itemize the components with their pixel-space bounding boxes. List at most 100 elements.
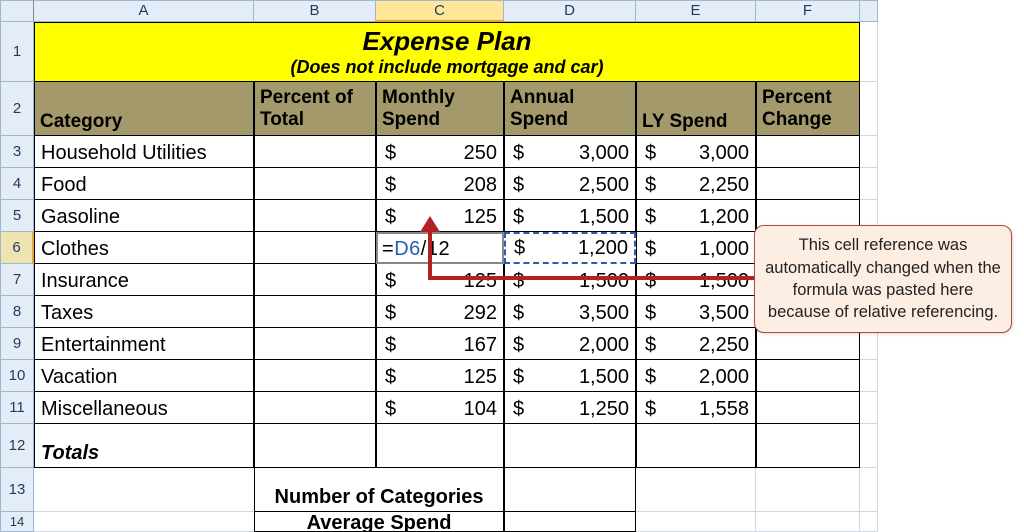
cell-G13[interactable] [860, 468, 878, 512]
cell-A8[interactable]: Taxes [34, 296, 254, 328]
cell-G12[interactable] [860, 424, 878, 468]
col-header-E[interactable]: E [636, 0, 756, 22]
cell-G10[interactable] [860, 360, 878, 392]
cell-E3[interactable]: $3,000 [636, 136, 756, 168]
cell-G11[interactable] [860, 392, 878, 424]
col-header-D[interactable]: D [504, 0, 636, 22]
cell-C4[interactable]: $208 [376, 168, 504, 200]
row-header-3[interactable]: 3 [0, 136, 34, 168]
cell-D12[interactable] [504, 424, 636, 468]
cell-A9[interactable]: Entertainment [34, 328, 254, 360]
cell-B11[interactable] [254, 392, 376, 424]
row-header-2[interactable]: 2 [0, 82, 34, 136]
cell-E8[interactable]: $3,500 [636, 296, 756, 328]
header-annual-spend[interactable]: Annual Spend [504, 82, 636, 136]
row-header-1[interactable]: 1 [0, 22, 34, 82]
select-all-corner[interactable] [0, 0, 34, 22]
col-header-B[interactable]: B [254, 0, 376, 22]
cell-C6-formula[interactable]: =D6/12 [376, 232, 504, 264]
cell-F10[interactable] [756, 360, 860, 392]
cell-D5[interactable]: $1,500 [504, 200, 636, 232]
row-header-11[interactable]: 11 [0, 392, 34, 424]
cell-C11[interactable]: $104 [376, 392, 504, 424]
row-header-12[interactable]: 12 [0, 424, 34, 468]
cell-F11[interactable] [756, 392, 860, 424]
cell-G4[interactable] [860, 168, 878, 200]
cell-F12[interactable] [756, 424, 860, 468]
cell-D11[interactable]: $1,250 [504, 392, 636, 424]
cell-E14[interactable] [636, 512, 756, 532]
row-header-13[interactable]: 13 [0, 468, 34, 512]
cell-F3[interactable] [756, 136, 860, 168]
col-header-C[interactable]: C [376, 0, 504, 22]
cell-A5[interactable]: Gasoline [34, 200, 254, 232]
col-header-G[interactable] [860, 0, 878, 22]
cell-C7[interactable]: $125 [376, 264, 504, 296]
cell-E11[interactable]: $1,558 [636, 392, 756, 424]
cell-D4[interactable]: $2,500 [504, 168, 636, 200]
cell-BC14-label[interactable]: Average Spend [254, 512, 504, 532]
cell-C5[interactable]: $125 [376, 200, 504, 232]
cell-F14[interactable] [756, 512, 860, 532]
cell-B5[interactable] [254, 200, 376, 232]
cell-D9[interactable]: $2,000 [504, 328, 636, 360]
cell-A14[interactable] [34, 512, 254, 532]
cell-B10[interactable] [254, 360, 376, 392]
row-header-10[interactable]: 10 [0, 360, 34, 392]
cell-G14[interactable] [860, 512, 878, 532]
cell-C12[interactable] [376, 424, 504, 468]
cell-B6[interactable] [254, 232, 376, 264]
cell-E13[interactable] [636, 468, 756, 512]
cell-A3[interactable]: Household Utilities [34, 136, 254, 168]
cell-A6[interactable]: Clothes [34, 232, 254, 264]
row-header-5[interactable]: 5 [0, 200, 34, 232]
row-header-8[interactable]: 8 [0, 296, 34, 328]
cell-E5[interactable]: $1,200 [636, 200, 756, 232]
cell-F13[interactable] [756, 468, 860, 512]
row-header-7[interactable]: 7 [0, 264, 34, 296]
cell-A11[interactable]: Miscellaneous [34, 392, 254, 424]
cell-B4[interactable] [254, 168, 376, 200]
cell-C3[interactable]: $250 [376, 136, 504, 168]
cell-E7[interactable]: $1,500 [636, 264, 756, 296]
cell-A7[interactable]: Insurance [34, 264, 254, 296]
cell-E6[interactable]: $1,000 [636, 232, 756, 264]
cell-E12[interactable] [636, 424, 756, 468]
cell-B9[interactable] [254, 328, 376, 360]
title-cell[interactable]: Expense Plan (Does not include mortgage … [34, 22, 860, 82]
cell-G3[interactable] [860, 136, 878, 168]
cell-D13[interactable] [504, 468, 636, 512]
cell-D14[interactable] [504, 512, 636, 532]
cell-A13[interactable] [34, 468, 254, 512]
cell-C9[interactable]: $167 [376, 328, 504, 360]
col-header-F[interactable]: F [756, 0, 860, 22]
cell-B3[interactable] [254, 136, 376, 168]
row-header-6[interactable]: 6 [0, 232, 34, 264]
cell-D8[interactable]: $3,500 [504, 296, 636, 328]
cell-E9[interactable]: $2,250 [636, 328, 756, 360]
cell-A10[interactable]: Vacation [34, 360, 254, 392]
cell-C8[interactable]: $292 [376, 296, 504, 328]
cell-D3[interactable]: $3,000 [504, 136, 636, 168]
row-header-4[interactable]: 4 [0, 168, 34, 200]
cell-D6[interactable]: $1,200 [504, 232, 636, 264]
cell-BC13-label[interactable]: Number of Categories [254, 468, 504, 512]
row-header-14[interactable]: 14 [0, 512, 34, 532]
header-category[interactable]: Category [34, 82, 254, 136]
cell-C10[interactable]: $125 [376, 360, 504, 392]
header-percent-total[interactable]: Percent of Total [254, 82, 376, 136]
header-monthly-spend[interactable]: Monthly Spend [376, 82, 504, 136]
header-ly-spend[interactable]: LY Spend [636, 82, 756, 136]
cell-D10[interactable]: $1,500 [504, 360, 636, 392]
cell-F4[interactable] [756, 168, 860, 200]
cell-D7[interactable]: $1,500 [504, 264, 636, 296]
col-header-A[interactable]: A [34, 0, 254, 22]
cell-A12-totals[interactable]: Totals [34, 424, 254, 468]
cell-E10[interactable]: $2,000 [636, 360, 756, 392]
cell-G2[interactable] [860, 82, 878, 136]
header-percent-change[interactable]: Percent Change [756, 82, 860, 136]
row-header-9[interactable]: 9 [0, 328, 34, 360]
cell-B8[interactable] [254, 296, 376, 328]
cell-B7[interactable] [254, 264, 376, 296]
cell-G1[interactable] [860, 22, 878, 82]
